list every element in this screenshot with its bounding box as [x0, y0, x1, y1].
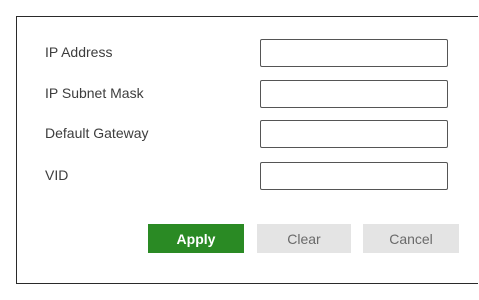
clear-button[interactable]: Clear [257, 224, 351, 253]
vid-input[interactable] [260, 162, 448, 190]
ip-address-input[interactable] [260, 39, 448, 67]
ip-subnet-mask-row: IP Subnet Mask [17, 80, 478, 108]
default-gateway-input[interactable] [260, 120, 448, 148]
ip-address-label: IP Address [45, 44, 113, 60]
cancel-button[interactable]: Cancel [363, 224, 459, 253]
vid-row: VID [17, 162, 478, 190]
settings-form-panel: IP Address IP Subnet Mask Default Gatewa… [16, 16, 478, 284]
apply-button[interactable]: Apply [148, 224, 244, 253]
ip-address-row: IP Address [17, 39, 478, 67]
ip-subnet-mask-input[interactable] [260, 80, 448, 108]
vid-label: VID [45, 167, 69, 183]
default-gateway-row: Default Gateway [17, 120, 478, 148]
default-gateway-label: Default Gateway [45, 125, 149, 141]
ip-subnet-mask-label: IP Subnet Mask [45, 85, 144, 101]
